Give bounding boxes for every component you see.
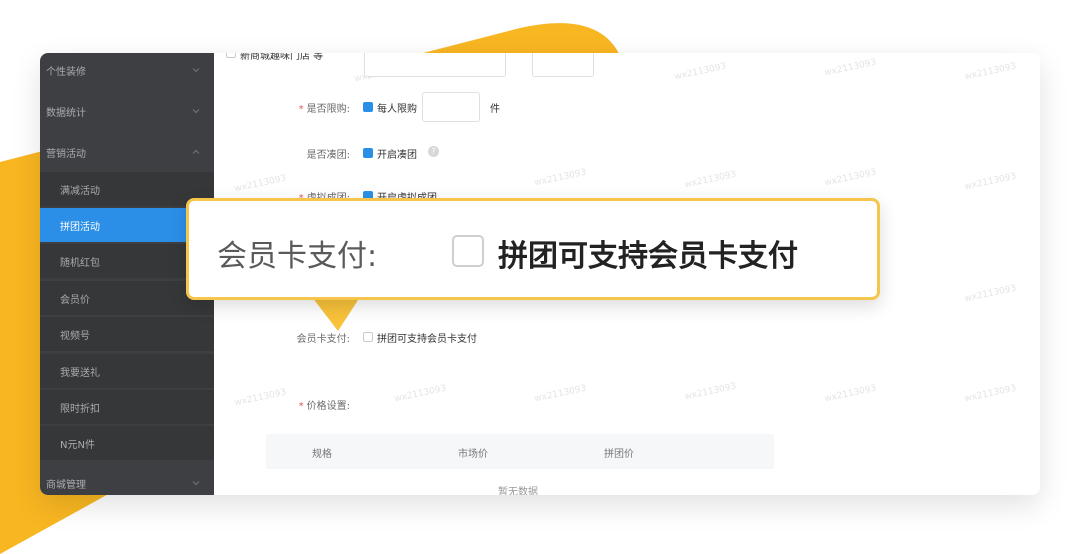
sidebar-item-decoration[interactable]: 个性装修 [40, 53, 214, 87]
purchase-limit-input[interactable] [422, 92, 480, 122]
purchase-limit-checkbox[interactable] [363, 102, 373, 112]
watermark: wx2113093 [823, 57, 878, 79]
watermark: wx2113093 [963, 171, 1018, 193]
watermark: wx2113093 [683, 169, 738, 191]
sidebar-item-statistics[interactable]: 数据统计 [40, 94, 214, 128]
sidebar-item-limited-discount[interactable]: 限时折扣 [40, 390, 214, 424]
sidebar-item-gift[interactable]: 我要送礼 [40, 354, 214, 388]
column-header-spec: 规格 [312, 449, 332, 460]
sidebar-item-label: 会员价 [60, 294, 90, 306]
price-setting-label: * 价格设置: [298, 401, 350, 412]
watermark: wx2113093 [963, 383, 1018, 405]
group-buying-label: 是否凑团: [306, 150, 350, 161]
chevron-up-icon [192, 149, 200, 154]
member-card-checkbox-label: 拼团可支持会员卡支付 [377, 334, 477, 345]
callout-pointer [312, 297, 360, 331]
sidebar-item-label: 商城管理 [46, 479, 86, 491]
top-input-1[interactable] [364, 53, 506, 77]
member-card-checkbox[interactable] [363, 332, 373, 342]
sidebar-item-video-channel[interactable]: 视频号 [40, 317, 214, 351]
column-header-market-price: 市场价 [458, 449, 488, 460]
watermark: wx2113093 [393, 383, 448, 405]
sidebar-item-marketing[interactable]: 营销活动 [40, 135, 214, 169]
sidebar-item-label: 数据统计 [46, 107, 86, 119]
sidebar-item-label: 视频号 [60, 330, 90, 342]
watermark: wx2113093 [823, 167, 878, 189]
info-icon[interactable]: ? [428, 146, 439, 157]
chevron-down-icon [192, 481, 200, 486]
purchase-limit-checkbox-label: 每人限购 [377, 104, 417, 115]
group-buying-checkbox[interactable] [363, 148, 373, 158]
store-label: 新商城趣味门店 等 [240, 53, 324, 62]
sidebar-item-label: 我要送礼 [60, 367, 100, 379]
sidebar-item-n-yuan-n-items[interactable]: N元N件 [40, 426, 214, 460]
top-input-2[interactable] [532, 53, 594, 77]
purchase-limit-label: * 是否限购: [298, 104, 350, 115]
sidebar-item-label: 个性装修 [46, 66, 86, 78]
sidebar-item-store-management[interactable]: 商城管理 [40, 466, 214, 495]
watermark: wx2113093 [673, 61, 728, 83]
chevron-down-icon [192, 109, 200, 114]
watermark: wx2113093 [533, 167, 588, 189]
sidebar-item-label: 拼团活动 [60, 221, 100, 233]
store-checkbox[interactable] [226, 53, 236, 58]
sidebar-item-label: 满减活动 [60, 185, 100, 197]
zoom-callout: 会员卡支付: 拼团可支持会员卡支付 [186, 198, 880, 300]
watermark: wx2113093 [533, 383, 588, 405]
price-table-header: 规格 市场价 拼团价 [266, 434, 774, 469]
watermark: wx2113093 [683, 381, 738, 403]
sidebar-item-label: 随机红包 [60, 257, 100, 269]
column-header-group-price: 拼团价 [604, 449, 634, 460]
group-buying-checkbox-label: 开启凑团 [377, 150, 417, 161]
chevron-down-icon [192, 68, 200, 73]
callout-member-card-checkbox[interactable] [452, 235, 484, 267]
sidebar-item-label: 营销活动 [46, 148, 86, 160]
sidebar-item-label: N元N件 [60, 439, 95, 451]
purchase-limit-unit: 件 [490, 104, 500, 115]
watermark: wx2113093 [963, 283, 1018, 305]
callout-member-card-checkbox-label: 拼团可支持会员卡支付 [498, 239, 798, 274]
empty-table-text: 暂无数据 [498, 487, 538, 495]
callout-member-card-label: 会员卡支付: [217, 239, 378, 274]
watermark: wx2113093 [963, 61, 1018, 83]
sidebar-item-label: 限时折扣 [60, 403, 100, 415]
watermark: wx2113093 [823, 383, 878, 405]
